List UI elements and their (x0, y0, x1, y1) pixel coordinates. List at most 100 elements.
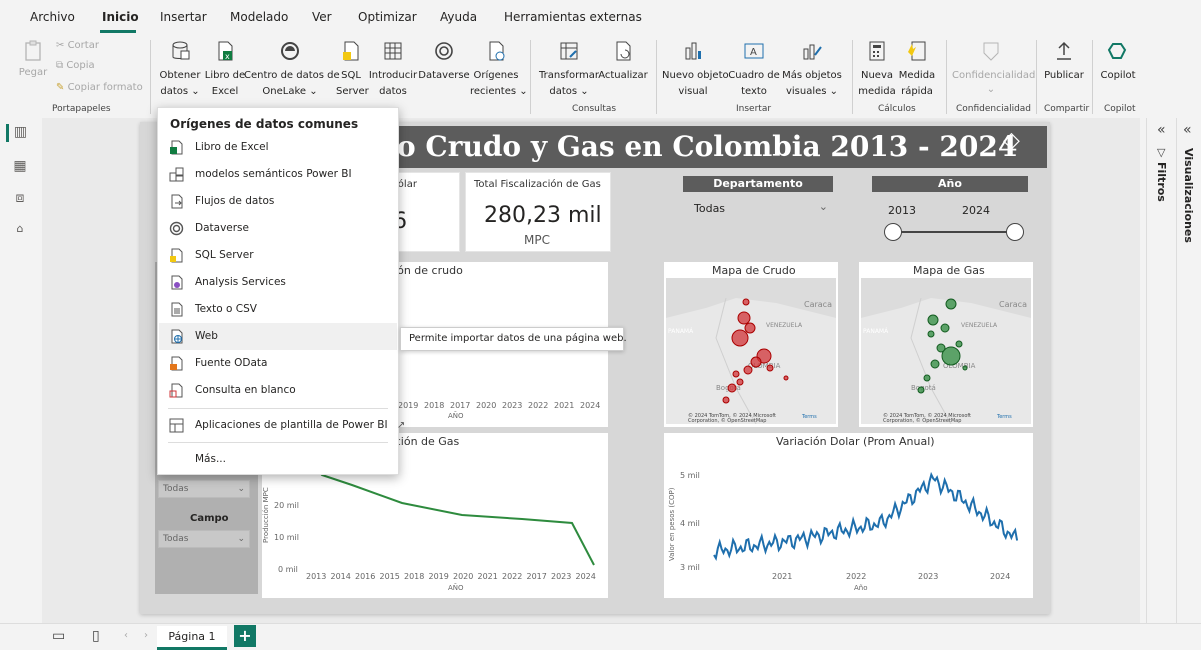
gas-map[interactable]: Mapa de Gas Caraca VENEZUELA PANAMÁ OLOM… (859, 262, 1033, 427)
cut-button[interactable]: ✂ Cortar (56, 40, 99, 52)
dropdown-item-dataflows[interactable]: Flujos de datos (159, 188, 397, 215)
dropdown-item-semantic-models[interactable]: modelos semánticos Power BI (159, 161, 397, 188)
excel-label-1: Libro de (204, 70, 246, 81)
collapse-visualizations-icon[interactable]: « (1183, 122, 1192, 138)
kpi-gas-label: Total Fiscalización de Gas (474, 179, 601, 190)
menu-tab-herramientas[interactable]: Herramientas externas (504, 10, 642, 24)
dropdown-item-blank-query[interactable]: Consulta en blanco (159, 377, 397, 404)
next-page-icon[interactable]: › (144, 630, 148, 641)
dollar-line (713, 471, 1019, 561)
slider-handle-end[interactable] (1006, 223, 1024, 241)
text-file-icon (171, 302, 183, 317)
top-select-value: Todas (163, 484, 189, 494)
new-visual-button[interactable]: Nuevo objeto visual (662, 40, 729, 98)
crude-map-terms[interactable]: Terms (802, 414, 817, 420)
dropdown-item-analysis-services[interactable]: Analysis Services (159, 269, 397, 296)
dropdown-item-label: Dataverse (195, 222, 249, 234)
odata-icon (170, 356, 183, 371)
dropdown-item-template-apps[interactable]: Aplicaciones de plantilla de Power BI ↗ (159, 412, 405, 439)
transform-icon (560, 42, 578, 60)
dropdown-item-dataverse[interactable]: Dataverse (159, 215, 397, 242)
year-range-slider[interactable] (884, 223, 1024, 241)
transform-data-button[interactable]: Transformar datos ⌄ (538, 40, 600, 98)
group-label-sensitivity: Confidencialidad (956, 104, 1032, 114)
format-painter-button[interactable]: ✎ Copiar formato (56, 82, 143, 94)
ribbon-separator (1092, 40, 1093, 114)
textbox-label-1: Cuadro de (728, 70, 780, 81)
report-view-icon[interactable]: ▥ (6, 124, 32, 142)
crude-x-tick: 2023 (502, 401, 523, 410)
dropdown-item-excel[interactable]: Libro de Excel (159, 134, 397, 161)
field-slicer-label: Campo (190, 513, 229, 524)
menu-tab-ver[interactable]: Ver (312, 10, 332, 24)
slider-handle-start[interactable] (884, 223, 902, 241)
dropdown-item-label: Flujos de datos (195, 195, 275, 207)
paste-button[interactable]: Pegar (18, 40, 48, 78)
department-slicer[interactable]: Todas ⌄ (690, 200, 830, 218)
gas-map-terms[interactable]: Terms (997, 414, 1012, 420)
dropdown-item-odata[interactable]: Fuente OData (159, 350, 397, 377)
menu-tab-modelado[interactable]: Modelado (230, 10, 288, 24)
chevron-down-icon: ⌄ (237, 484, 245, 494)
mobile-layout-icon[interactable]: ▯ (92, 628, 100, 644)
menu-tab-archivo[interactable]: Archivo (30, 10, 75, 24)
sql-server-button[interactable]: SQL Server (336, 40, 369, 98)
filters-pane-tab[interactable]: Filtros (1155, 162, 1168, 202)
cut-label: Cortar (67, 40, 99, 51)
excel-button[interactable]: x Libro de Excel (202, 40, 248, 98)
chevron-down-icon: ⌄ (818, 200, 828, 213)
gas-map-attribution: © 2024 TomTom, © 2024 Microsoft Corporat… (883, 413, 972, 424)
prev-page-icon[interactable]: ‹ (124, 630, 128, 641)
collapse-filters-icon[interactable]: « (1157, 122, 1166, 138)
dollar-xtick-2024: 2024 (990, 572, 1011, 581)
group-label-share: Compartir (1044, 104, 1090, 114)
dropdown-item-sql-server[interactable]: SQL Server (159, 242, 397, 269)
quick-measure-button[interactable]: Medida rápida (896, 40, 938, 98)
chevron-down-icon: ⌄ (237, 534, 245, 544)
onelake-button[interactable]: Centro de datos de OneLake ⌄ (244, 40, 340, 98)
menu-tab-ayuda[interactable]: Ayuda (440, 10, 477, 24)
page-tab-1[interactable]: Página 1 (157, 626, 227, 650)
recent-sources-button[interactable]: Orígenes recientes ⌄ (470, 40, 528, 98)
gas-map-title: Mapa de Gas (913, 264, 985, 277)
visualizations-pane-tab[interactable]: Visualizaciones (1182, 148, 1195, 243)
desktop-layout-icon[interactable]: ▭ (52, 628, 65, 644)
refresh-button[interactable]: Actualizar (598, 40, 648, 82)
field-select[interactable]: Todas ⌄ (158, 530, 250, 548)
textbox-icon: A (744, 43, 764, 59)
dropdown-item-web[interactable]: Web (159, 323, 397, 350)
menu-tab-optimizar[interactable]: Optimizar (358, 10, 417, 24)
enter-data-button[interactable]: Introducir datos (368, 40, 418, 98)
publish-label: Publicar (1044, 70, 1084, 81)
dax-query-icon[interactable]: ⌂ (10, 222, 30, 240)
menu-bar: Archivo Inicio Insertar Modelado Ver Opt… (0, 0, 1201, 34)
menu-tab-inicio[interactable]: Inicio (102, 10, 139, 24)
dropdown-item-label: Web (195, 330, 218, 342)
top-select[interactable]: Todas ⌄ (158, 480, 250, 498)
scissors-icon: ✂ (56, 40, 68, 51)
copy-button[interactable]: ⧉ Copia (56, 60, 95, 72)
dropdown-item-more[interactable]: Más... (159, 446, 397, 473)
new-measure-button[interactable]: Nueva medida (858, 40, 896, 98)
dropdown-divider (168, 408, 388, 409)
menu-tab-insertar[interactable]: Insertar (160, 10, 207, 24)
more-visuals-button[interactable]: Más objetos visuales ⌄ (782, 40, 842, 98)
table-view-icon[interactable]: ▦ (10, 158, 30, 176)
gas-map-area: Caraca VENEZUELA PANAMÁ OLOMBIA Bogotá ©… (861, 278, 1031, 425)
group-label-calculations: Cálculos (878, 104, 916, 114)
textbox-button[interactable]: A Cuadro de texto (726, 40, 782, 98)
crude-map[interactable]: Mapa de Crudo Caraca VENEZUELA PANAMÁ OL… (664, 262, 838, 427)
sensitivity-button[interactable]: Confidencialidad ⌄ (952, 40, 1035, 96)
model-view-icon[interactable]: ⧈ (10, 190, 30, 208)
dataverse-button[interactable]: Dataverse (418, 40, 470, 82)
publish-button[interactable]: Publicar (1042, 40, 1086, 82)
dataverse-icon (169, 221, 184, 236)
get-data-button[interactable]: Obtener datos ⌄ (158, 40, 202, 98)
calculator-icon (869, 41, 885, 61)
dropdown-item-text-csv[interactable]: Texto o CSV (159, 296, 397, 323)
recent-label-2: recientes ⌄ (470, 86, 528, 97)
web-globe-icon (171, 329, 183, 344)
dropdown-item-label: Aplicaciones de plantilla de Power BI (195, 419, 388, 431)
add-page-button[interactable]: + (234, 625, 256, 647)
copilot-button[interactable]: Copilot (1098, 40, 1138, 82)
